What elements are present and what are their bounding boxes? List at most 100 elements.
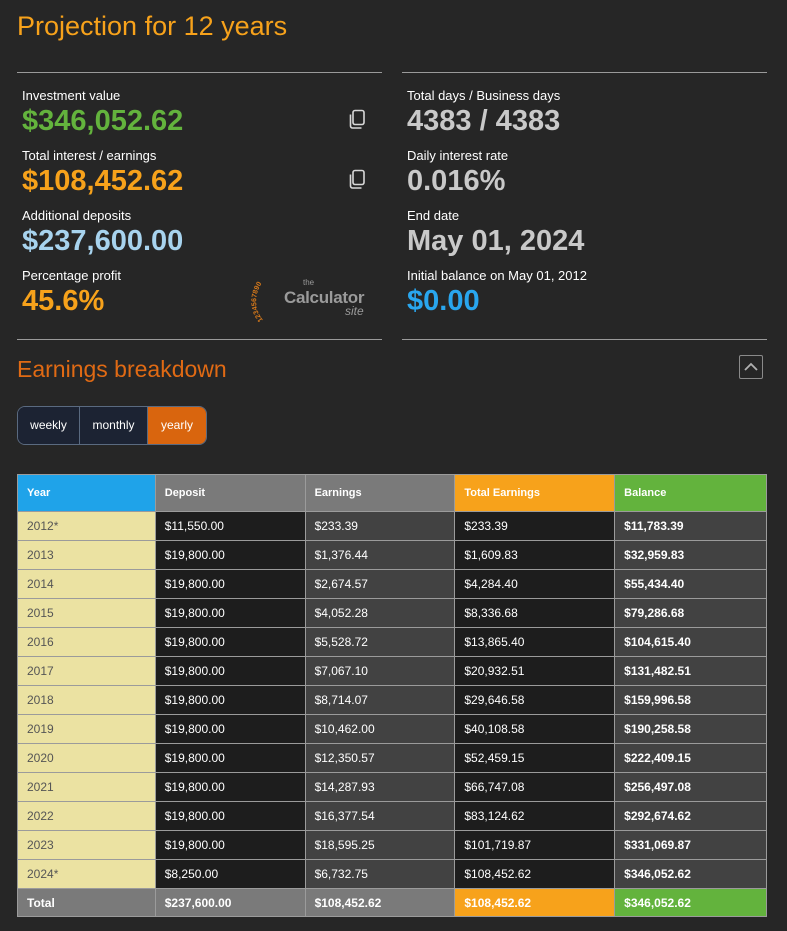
cell-balance: $11,783.39 [614,511,767,541]
cell-deposit: $8,250.00 [154,859,306,889]
stat-label: Additional deposits [22,208,132,223]
total-deposit: $237,600.00 [154,888,306,917]
stat-value: $0.00 [407,285,480,317]
tab-yearly[interactable]: yearly [148,407,206,444]
table-row: 2013 $19,800.00 $1,376.44 $1,609.83 $32,959.… [17,540,767,570]
cell-earnings: $1,376.44 [304,540,456,570]
stat-label: Total interest / earnings [22,148,157,163]
cell-total-earnings: $66,747.08 [454,772,616,802]
column-header-year: Year [17,474,156,512]
investment-value-stat: Investment value $346,052.62 [22,88,183,137]
cell-balance: $159,996.58 [614,685,767,715]
cell-year: 2021 [17,772,156,802]
cell-year: 2024* [17,859,156,889]
cell-balance: $190,258.58 [614,714,767,744]
cell-year: 2019 [17,714,156,744]
copy-icon[interactable] [347,109,367,131]
cell-earnings: $4,052.28 [304,598,456,628]
cell-year: 2022 [17,801,156,831]
cell-earnings: $5,528.72 [304,627,456,657]
table-row: 2021 $19,800.00 $14,287.93 $66,747.08 $256,4… [17,772,767,802]
table-row: 2014 $19,800.00 $2,674.57 $4,284.40 $55,434.… [17,569,767,599]
cell-deposit: $19,800.00 [154,743,306,773]
table-body: 2012* $11,550.00 $233.39 $233.39 $11,783.39 2… [17,511,767,889]
cell-total-earnings: $1,609.83 [454,540,616,570]
stat-value: 0.016% [407,165,506,197]
cell-earnings: $18,595.25 [304,830,456,860]
column-header-balance: Balance [614,474,767,512]
total-total-earnings: $108,452.62 [454,888,616,917]
cell-earnings: $10,462.00 [304,714,456,744]
collapse-button[interactable] [739,355,763,379]
cell-earnings: $12,350.57 [304,743,456,773]
stat-value: $108,452.62 [22,165,184,197]
cell-balance: $104,615.40 [614,627,767,657]
table-row: 2012* $11,550.00 $233.39 $233.39 $11,783.39 [17,511,767,541]
cell-total-earnings: $4,284.40 [454,569,616,599]
cell-year: 2016 [17,627,156,657]
cell-deposit: $11,550.00 [154,511,306,541]
stat-value: 4383 / 4383 [407,105,561,137]
stat-label: Total days / Business days [407,88,561,103]
page: Projection for 12 years Investment value… [0,0,787,931]
stat-label: End date [407,208,460,223]
cell-year: 2020 [17,743,156,773]
logo-word-site: site [345,304,364,318]
table-row: 2023 $19,800.00 $18,595.25 $101,719.87 $331,… [17,830,767,860]
cell-balance: $131,482.51 [614,656,767,686]
total-days-stat: Total days / Business days 4383 / 4383 [407,88,560,137]
total-interest-stat: Total interest / earnings $108,452.62 [22,148,183,197]
cell-earnings: $233.39 [304,511,456,541]
page-title: Projection for 12 years [17,11,288,41]
cell-deposit: $19,800.00 [154,540,306,570]
cell-deposit: $19,800.00 [154,830,306,860]
cell-deposit: $19,800.00 [154,656,306,686]
stat-value: $237,600.00 [22,225,184,257]
cell-total-earnings: $29,646.58 [454,685,616,715]
calculator-site-logo: 1234567890 the Calculator site [249,268,374,323]
earnings-breakdown-title: Earnings breakdown [17,356,227,382]
daily-interest-rate-stat: Daily interest rate 0.016% [407,148,508,197]
svg-text:1234567890: 1234567890 [251,281,265,322]
cell-balance: $292,674.62 [614,801,767,831]
cell-balance: $331,069.87 [614,830,767,860]
cell-year: 2017 [17,656,156,686]
table-row: 2019 $19,800.00 $10,462.00 $40,108.58 $190,2… [17,714,767,744]
cell-year: 2018 [17,685,156,715]
cell-year: 2023 [17,830,156,860]
cell-total-earnings: $40,108.58 [454,714,616,744]
cell-deposit: $19,800.00 [154,627,306,657]
percentage-profit-stat: Percentage profit 45.6% [22,268,121,317]
cell-total-earnings: $108,452.62 [454,859,616,889]
period-toggle: weekly monthly yearly [17,406,207,445]
cell-total-earnings: $8,336.68 [454,598,616,628]
table-row: 2022 $19,800.00 $16,377.54 $83,124.62 $292,6… [17,801,767,831]
stat-value: $346,052.62 [22,105,184,137]
cell-balance: $32,959.83 [614,540,767,570]
table-row: 2018 $19,800.00 $8,714.07 $29,646.58 $159,99… [17,685,767,715]
copy-icon[interactable] [347,169,367,191]
cell-year: 2015 [17,598,156,628]
tab-monthly[interactable]: monthly [80,407,148,444]
cell-total-earnings: $83,124.62 [454,801,616,831]
summary-right: Total days / Business days 4383 / 4383 D… [402,72,767,340]
stat-label: Initial balance on May 01, 2012 [407,268,587,283]
cell-balance: $79,286.68 [614,598,767,628]
cell-total-earnings: $233.39 [454,511,616,541]
cell-earnings: $6,732.75 [304,859,456,889]
total-earnings: $108,452.62 [304,888,456,917]
cell-earnings: $8,714.07 [304,685,456,715]
cell-deposit: $19,800.00 [154,598,306,628]
stat-label: Percentage profit [22,268,122,283]
table-row: 2015 $19,800.00 $4,052.28 $8,336.68 $79,286.… [17,598,767,628]
cell-deposit: $19,800.00 [154,772,306,802]
tab-weekly[interactable]: weekly [18,407,80,444]
table-row: 2020 $19,800.00 $12,350.57 $52,459.15 $222,4… [17,743,767,773]
table-row: 2016 $19,800.00 $5,528.72 $13,865.40 $104,61… [17,627,767,657]
end-date-stat: End date May 01, 2024 [407,208,584,257]
stat-value: May 01, 2024 [407,225,585,257]
column-header-earnings: Earnings [304,474,456,512]
cell-total-earnings: $13,865.40 [454,627,616,657]
cell-balance: $256,497.08 [614,772,767,802]
column-header-deposit: Deposit [154,474,306,512]
